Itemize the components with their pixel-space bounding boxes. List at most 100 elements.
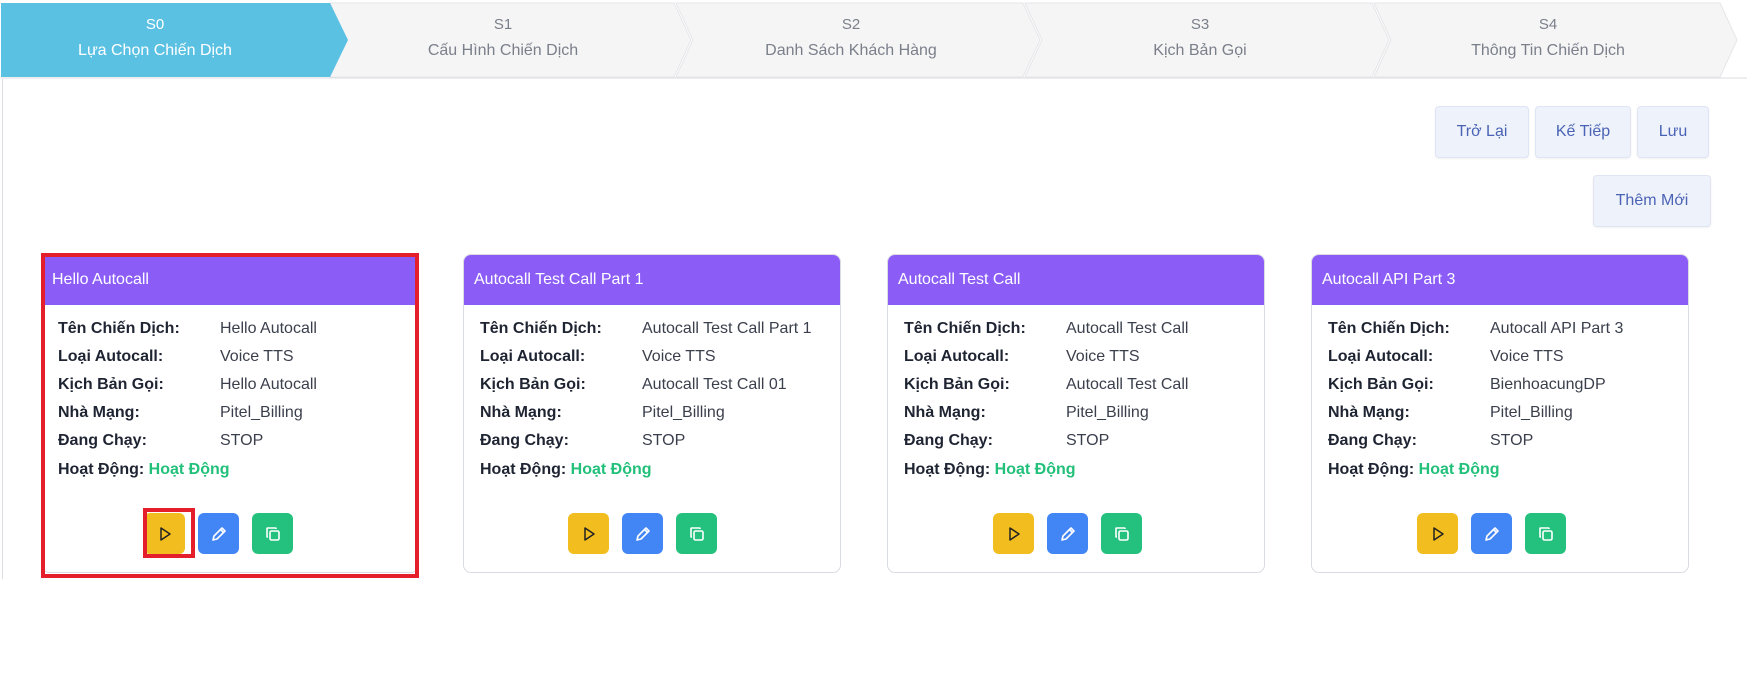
field-label: Hoạt Động: [1328,461,1415,478]
play-button[interactable] [993,513,1034,554]
campaign-card[interactable]: Autocall Test Call Part 1 Tên Chiến Dịch… [463,254,841,573]
card-title: Autocall API Part 3 [1312,255,1688,305]
field-value: Voice TTS [220,348,294,365]
campaign-card[interactable]: Hello Autocall Tên Chiến Dịch: Hello Auto… [41,254,419,573]
play-icon [159,526,171,541]
pencil-icon [211,526,226,541]
field-label: Hoạt Động: [480,461,567,478]
field-value: Hello Autocall [220,376,317,393]
card-actions [42,513,418,555]
field-value: STOP [642,432,686,449]
field-label: Tên Chiến Dịch: [480,320,602,337]
field-label: Loại Autocall: [480,348,586,365]
field-activity: Hoạt Động: Hoạt Động [1328,460,1500,480]
edit-button[interactable] [622,513,663,554]
edit-button[interactable] [1047,513,1088,554]
step-name: Thông Tin Chiến Dịch [1471,42,1625,59]
add-new-button[interactable]: Thêm Mới [1593,175,1711,227]
field-value: Autocall Test Call 01 [642,376,787,393]
field-value: Voice TTS [1490,348,1564,365]
status-value: Hoạt Động [148,461,230,478]
field-label: Kịch Bản Gọi: [58,376,164,393]
field-value: Voice TTS [1066,348,1140,365]
card-title: Hello Autocall [42,255,418,305]
edit-button[interactable] [1471,513,1512,554]
card-actions [888,513,1264,555]
field-value: Pitel_Billing [1066,404,1149,421]
next-button[interactable]: Kế Tiếp [1535,106,1631,158]
status-value: Hoạt Động [570,461,652,478]
field-label: Loại Autocall: [904,348,1010,365]
field-value: STOP [1490,432,1534,449]
field-label: Đang Chạy: [58,432,147,449]
step-s1[interactable]: S1 Cấu Hình Chiến Dịch [350,0,656,78]
field-label: Nhà Mạng: [480,404,562,421]
step-code: S2 [841,16,861,33]
step-code: S3 [1190,16,1210,33]
campaign-card[interactable]: Autocall Test Call Tên Chiến Dịch: Autoca… [887,254,1265,573]
status-value: Hoạt Động [994,461,1076,478]
field-label: Đang Chạy: [904,432,993,449]
field-label: Đang Chạy: [480,432,569,449]
pencil-icon [635,526,650,541]
pencil-icon [1484,526,1499,541]
field-value: STOP [1066,432,1110,449]
play-button[interactable] [144,513,185,554]
field-activity: Hoạt Động: Hoạt Động [480,460,652,480]
step-code: S0 [145,16,165,33]
save-button[interactable]: Lưu [1637,106,1709,158]
wizard-stepper: S0 Lựa Chọn Chiến Dịch S1 Cấu Hình Chiến… [0,0,1747,80]
play-button[interactable] [568,513,609,554]
copy-icon [1114,526,1129,541]
copy-icon [265,526,280,541]
card-actions [1312,513,1688,555]
field-value: Pitel_Billing [642,404,725,421]
play-icon [583,526,595,541]
field-value: Pitel_Billing [220,404,303,421]
field-value: Autocall Test Call Part 1 [642,320,812,337]
field-label: Tên Chiến Dịch: [904,320,1026,337]
field-value: Hello Autocall [220,320,317,337]
field-label: Loại Autocall: [1328,348,1434,365]
step-name: Lựa Chọn Chiến Dịch [78,42,232,59]
field-label: Hoạt Động: [904,461,991,478]
copy-button[interactable] [1101,513,1142,554]
step-code: S4 [1538,16,1558,33]
field-label: Nhà Mạng: [904,404,986,421]
step-s4[interactable]: S4 Thông Tin Chiến Dịch [1395,0,1701,78]
field-label: Kịch Bản Gọi: [480,376,586,393]
field-value: Autocall Test Call [1066,376,1189,393]
step-name: Cấu Hình Chiến Dịch [427,42,579,59]
copy-button[interactable] [252,513,293,554]
field-label: Nhà Mạng: [1328,404,1410,421]
field-value: BienhoacungDP [1490,376,1606,393]
field-label: Kịch Bản Gọi: [1328,376,1434,393]
card-actions [464,513,840,555]
edit-button[interactable] [198,513,239,554]
play-button[interactable] [1417,513,1458,554]
copy-icon [689,526,704,541]
card-title: Autocall Test Call [888,255,1264,305]
field-value: Autocall API Part 3 [1490,320,1624,337]
field-value: Autocall Test Call [1066,320,1189,337]
copy-button[interactable] [1525,513,1566,554]
field-value: Voice TTS [642,348,716,365]
campaign-card[interactable]: Autocall API Part 3 Tên Chiến Dịch: Autoc… [1311,254,1689,573]
copy-icon [1538,526,1553,541]
step-s3[interactable]: S3 Kịch Bản Gọi [1047,0,1353,78]
field-label: Nhà Mạng: [58,404,140,421]
step-name: Kịch Bản Gọi [1153,42,1247,59]
step-s2[interactable]: S2 Danh Sách Khách Hàng [698,0,1004,78]
step-s0[interactable]: S0 Lựa Chọn Chiến Dịch [2,0,308,78]
field-value: Pitel_Billing [1490,404,1573,421]
play-icon [1432,526,1444,541]
field-label: Loại Autocall: [58,348,164,365]
field-label: Đang Chạy: [1328,432,1417,449]
step-code: S1 [493,16,513,33]
field-activity: Hoạt Động: Hoạt Động [58,460,230,480]
field-label: Tên Chiến Dịch: [58,320,180,337]
field-activity: Hoạt Động: Hoạt Động [904,460,1076,480]
status-value: Hoạt Động [1418,461,1500,478]
copy-button[interactable] [676,513,717,554]
back-button[interactable]: Trở Lại [1435,106,1529,158]
